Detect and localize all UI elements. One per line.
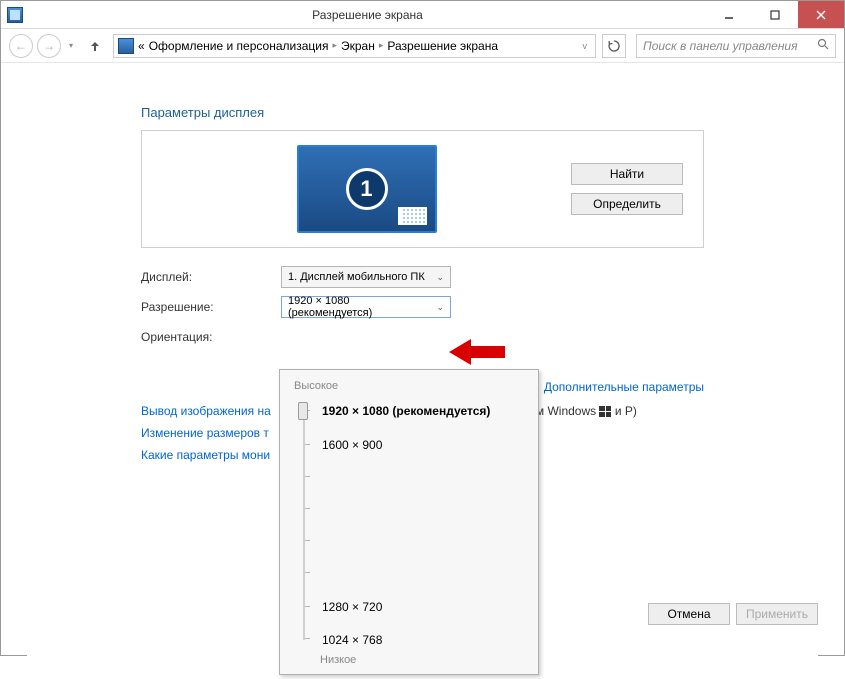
refresh-button[interactable]: [602, 34, 626, 58]
cancel-button[interactable]: Отмена: [648, 603, 730, 625]
display-select-value: 1. Дисплей мобильного ПК: [288, 271, 425, 283]
advanced-settings-link[interactable]: Дополнительные параметры: [544, 380, 704, 394]
breadcrumb-prefix: «: [138, 39, 145, 53]
breadcrumb-item[interactable]: Оформление и персонализация: [149, 39, 329, 53]
chevron-right-icon: ▸: [332, 40, 337, 51]
project-link[interactable]: Вывод изображения на: [141, 404, 271, 418]
resolution-option[interactable]: 1280 × 720: [322, 600, 382, 614]
dropdown-high-label: Высокое: [294, 380, 524, 392]
title-bar: Разрешение экрана: [1, 1, 844, 29]
page-heading: Параметры дисплея: [141, 105, 818, 120]
chevron-down-icon: ⌄: [436, 272, 444, 283]
display-label: Дисплей:: [141, 270, 281, 284]
history-dropdown[interactable]: ▾: [65, 34, 77, 58]
windows-logo-icon: [599, 406, 611, 417]
control-panel-icon: [118, 38, 134, 54]
chevron-down-icon[interactable]: v: [579, 41, 592, 51]
resolution-option[interactable]: 1024 × 768: [322, 633, 382, 647]
maximize-button[interactable]: [752, 1, 798, 28]
display-number-badge: 1: [346, 168, 388, 210]
dialog-button-bar: OK Отмена Применить: [560, 603, 818, 625]
back-button[interactable]: ←: [9, 34, 33, 58]
chevron-down-icon: ⌄: [436, 302, 444, 313]
detect-button[interactable]: Определить: [571, 193, 683, 215]
nav-bar: ← → ▾ « Оформление и персонализация ▸ Эк…: [1, 29, 844, 63]
search-icon: [817, 38, 829, 53]
resolution-slider[interactable]: [296, 398, 312, 648]
display-select[interactable]: 1. Дисплей мобильного ПК ⌄: [281, 266, 451, 288]
up-button[interactable]: [85, 36, 105, 56]
close-button[interactable]: [798, 1, 844, 28]
resolution-option[interactable]: 1600 × 900: [322, 438, 382, 452]
content-area: Параметры дисплея 1 Найти Определить Дис…: [1, 63, 844, 655]
which-params-link[interactable]: Какие параметры мони: [141, 448, 270, 462]
window-title: Разрешение экрана: [29, 8, 706, 22]
app-icon: [7, 7, 23, 23]
orientation-label: Ориентация:: [141, 330, 281, 344]
slider-thumb[interactable]: [298, 402, 308, 420]
resolution-label: Разрешение:: [141, 300, 281, 314]
find-button[interactable]: Найти: [571, 163, 683, 185]
resolution-dropdown-panel[interactable]: Высокое 1920 × 1080 (рекомендуется) 1600…: [279, 369, 539, 675]
display-preview-box: 1 Найти Определить: [141, 130, 704, 248]
chevron-right-icon: ▸: [379, 40, 384, 51]
apply-button[interactable]: Применить: [736, 603, 818, 625]
resolution-select[interactable]: 1920 × 1080 (рекомендуется) ⌄: [281, 296, 451, 318]
display-monitor-1[interactable]: 1: [297, 145, 437, 233]
breadcrumb-item[interactable]: Экран: [341, 39, 375, 53]
window-controls: [706, 1, 844, 28]
search-placeholder: Поиск в панели управления: [643, 39, 798, 53]
minimize-button[interactable]: [706, 1, 752, 28]
red-arrow-annotation: [449, 337, 505, 367]
resize-text-link[interactable]: Изменение размеров т: [141, 426, 269, 440]
forward-button[interactable]: →: [37, 34, 61, 58]
breadcrumb[interactable]: « Оформление и персонализация ▸ Экран ▸ …: [113, 34, 596, 58]
search-input[interactable]: Поиск в панели управления: [636, 34, 836, 58]
resolution-select-value: 1920 × 1080 (рекомендуется): [288, 295, 436, 319]
breadcrumb-item[interactable]: Разрешение экрана: [387, 39, 498, 53]
resolution-option[interactable]: 1920 × 1080 (рекомендуется): [322, 404, 490, 418]
